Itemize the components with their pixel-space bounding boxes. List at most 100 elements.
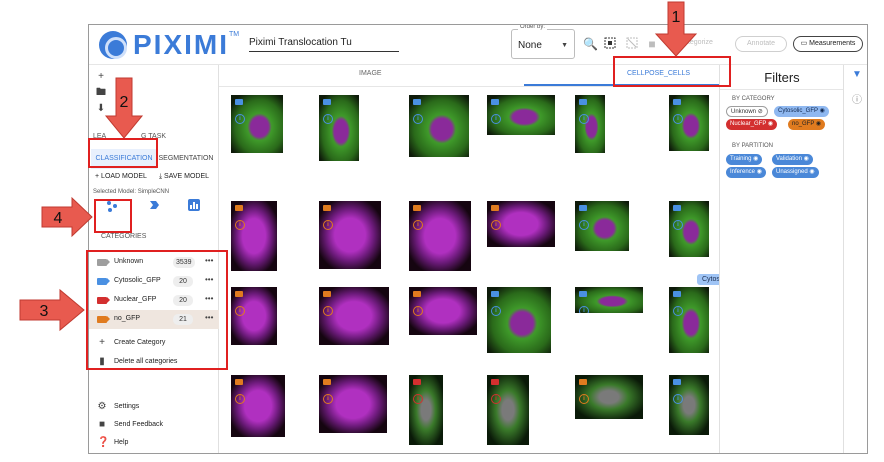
filter-icon[interactable]: ▼ [851, 69, 863, 80]
order-by-select[interactable]: Order by: None ▼ [511, 25, 575, 59]
logo-text: PIXIMI [133, 29, 230, 60]
annotation-arrow-4: 4 [41, 196, 93, 238]
info-icon[interactable]: i [235, 114, 245, 124]
cell-thumbnail[interactable]: i [487, 375, 529, 445]
info-icon[interactable]: i [413, 114, 423, 124]
measurements-button[interactable]: ▭ Measurements [793, 36, 863, 52]
annotate-label: Annotate [746, 40, 776, 47]
info-icon[interactable]: i [323, 306, 333, 316]
zoom-icon[interactable]: 🔍 [583, 37, 598, 51]
filter-chip-nuclear-gfp[interactable]: Nuclear_GFP ◉ [726, 119, 778, 130]
info-icon[interactable]: i [579, 394, 589, 404]
category-tag-icon [323, 291, 331, 297]
cell-thumbnail[interactable]: i [231, 95, 283, 153]
evaluate-icon[interactable] [185, 199, 203, 217]
cell-thumbnail[interactable]: i [409, 95, 469, 157]
visibility-off-icon: ⊘ [757, 109, 763, 115]
cell-thumbnail[interactable]: i [575, 95, 605, 153]
predict-icon[interactable] [145, 199, 163, 217]
cell-thumbnail[interactable]: i [319, 95, 359, 161]
annotation-arrow-3: 3 [19, 288, 85, 332]
cell-thumbnail[interactable]: i [231, 375, 285, 437]
info-icon[interactable]: i [491, 394, 501, 404]
load-model-button[interactable]: + LOAD MODEL [95, 173, 147, 180]
categories-heading: CATEGORIES [101, 233, 147, 240]
deselect-icon[interactable] [625, 37, 639, 51]
cell-thumbnail[interactable]: i [487, 287, 551, 353]
info-icon[interactable]: i [413, 394, 423, 404]
cell-thumbnail[interactable]: i [669, 201, 709, 257]
filter-chip-training[interactable]: Training ◉ [726, 154, 763, 165]
tab-image[interactable]: IMAGE [359, 70, 382, 77]
info-icon[interactable]: i [673, 306, 683, 316]
filter-chip-unassigned[interactable]: Unassigned ◉ [772, 167, 819, 178]
send-feedback-item[interactable]: ■ Send Feedback [89, 416, 219, 434]
annotation-arrow-1: 1 [654, 1, 698, 57]
annotate-button[interactable]: Annotate [735, 36, 787, 52]
annotation-label-3: 3 [40, 303, 49, 320]
cell-thumbnail[interactable]: i [409, 201, 471, 271]
select-all-icon[interactable] [603, 37, 617, 51]
piximi-logo[interactable]: PIXIMI TM [99, 31, 239, 59]
filter-chip-inference[interactable]: Inference ◉ [726, 167, 766, 178]
piximi-app-window: PIXIMI TM Piximi Translocation Tu Order … [88, 24, 868, 454]
cell-thumbnail[interactable]: i [575, 375, 643, 419]
cell-thumbnail[interactable]: i [487, 201, 555, 247]
category-tag-icon [491, 379, 499, 385]
category-tag-icon [323, 379, 331, 385]
category-tag-icon [673, 379, 681, 385]
annotation-label-1: 1 [672, 9, 681, 26]
info-icon[interactable]: i [673, 220, 683, 230]
category-tag-icon [413, 99, 421, 105]
info-icon[interactable]: i [323, 220, 333, 230]
cell-thumbnail[interactable]: i [669, 95, 709, 151]
cell-thumbnail[interactable]: i [231, 201, 277, 271]
info-icon[interactable]: i [673, 394, 683, 404]
help-label: Help [114, 439, 129, 446]
chevron-down-icon: ▼ [561, 42, 568, 49]
info-icon[interactable]: i [235, 220, 245, 230]
cell-thumbnail[interactable]: i [409, 375, 443, 445]
cell-thumbnail[interactable]: i [319, 375, 387, 433]
selected-model-label: Selected Model: SimpleCNN [93, 189, 170, 195]
filter-chip-unknown[interactable]: Unknown ⊘ [726, 106, 768, 117]
info-icon[interactable]: i [579, 306, 589, 313]
info-icon[interactable]: ⓘ [851, 91, 863, 106]
cell-thumbnail[interactable]: i [669, 287, 709, 353]
filter-chip-no-gfp[interactable]: no_GFP ◉ [788, 119, 826, 130]
info-icon[interactable]: i [673, 114, 683, 124]
cell-thumbnail[interactable]: i [487, 95, 555, 135]
cell-thumbnail[interactable]: i [409, 287, 477, 335]
info-icon[interactable]: i [491, 220, 501, 230]
info-icon[interactable]: i [491, 306, 501, 316]
save-model-label: SAVE MODEL [164, 173, 210, 180]
eye-icon: ◉ [803, 156, 809, 162]
save-model-button[interactable]: ⤓ SAVE MODEL [159, 173, 209, 181]
project-name-input[interactable]: Piximi Translocation Tu [249, 37, 399, 52]
info-icon[interactable]: i [235, 306, 245, 316]
info-icon[interactable]: i [491, 114, 501, 124]
info-icon[interactable]: i [413, 306, 423, 316]
filter-chip-cytosolic-gfp[interactable]: Cytosolic_GFP ◉ [774, 106, 829, 117]
filters-title: Filters [764, 70, 800, 85]
piximi-logo-icon [99, 31, 127, 59]
cell-thumbnail[interactable]: i [319, 201, 381, 269]
category-tag-icon [413, 291, 421, 297]
help-item[interactable]: ❓ Help [89, 434, 219, 452]
cell-thumbnail[interactable]: i [669, 375, 709, 435]
info-icon[interactable]: i [235, 394, 245, 404]
info-icon[interactable]: i [579, 114, 589, 124]
info-icon[interactable]: i [413, 220, 423, 230]
cell-thumbnail[interactable]: i [319, 287, 389, 345]
cell-thumbnail[interactable]: i [231, 287, 277, 345]
info-icon[interactable]: i [323, 114, 333, 124]
chip-label: Cytosolic_GFP [778, 108, 818, 114]
cell-thumbnail[interactable]: i [575, 201, 629, 251]
filter-chip-validation[interactable]: Validation ◉ [772, 154, 813, 165]
settings-item[interactable]: ⚙ Settings [89, 398, 219, 416]
by-partition-heading: BY PARTITION [732, 143, 774, 149]
cell-thumbnail[interactable]: i [575, 287, 643, 313]
info-icon[interactable]: i [323, 394, 333, 404]
info-icon[interactable]: i [579, 220, 589, 230]
segmentation-tab[interactable]: SEGMENTATION [157, 149, 215, 169]
